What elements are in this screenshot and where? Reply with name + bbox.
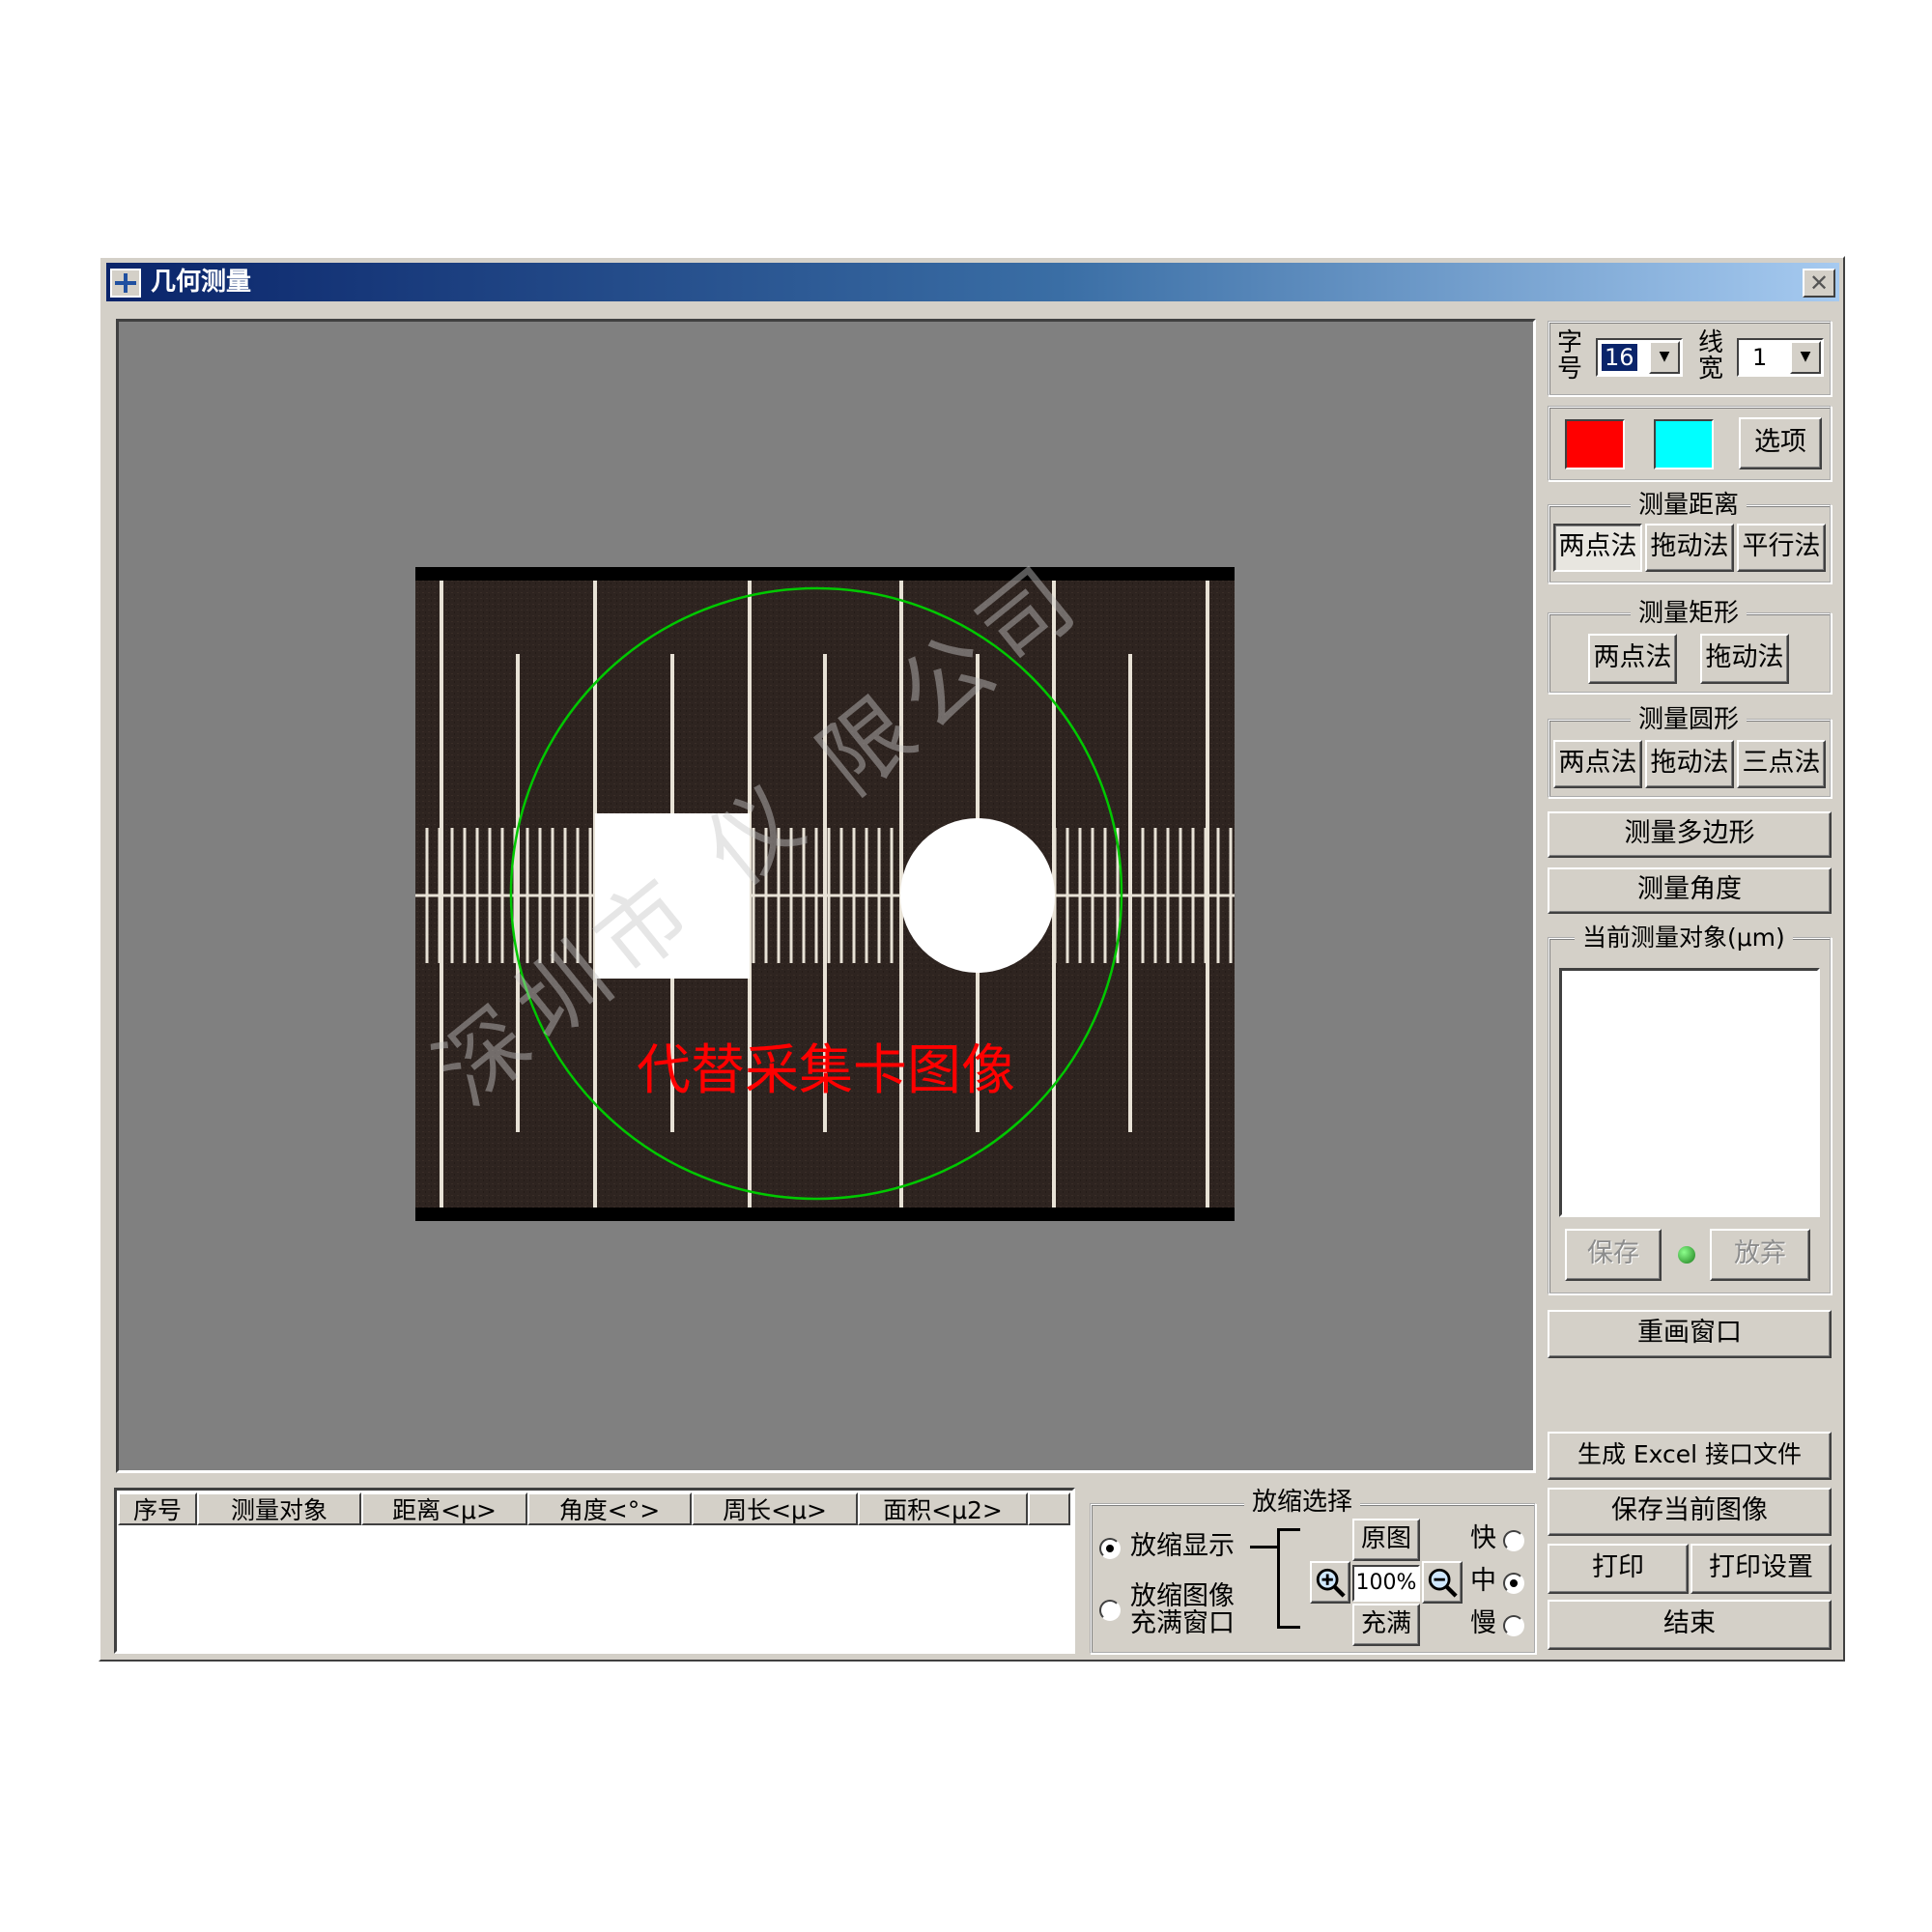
zoom-percent-field[interactable]: 100% [1352,1565,1420,1602]
zoom-display-radio[interactable] [1099,1538,1121,1559]
column-perimeter[interactable]: 周长<μ> [692,1492,858,1525]
circle-drag-button[interactable]: 拖动法 [1645,740,1734,788]
options-button[interactable]: 选项 [1739,417,1822,469]
distance-group-title: 测量距离 [1631,491,1747,520]
print-button[interactable]: 打印 [1548,1544,1689,1594]
redraw-window-button[interactable]: 重画窗口 [1548,1310,1832,1358]
zoom-fill-label-2: 充满窗口 [1130,1608,1235,1638]
white-disc [900,818,1055,973]
print-setup-button[interactable]: 打印设置 [1690,1544,1832,1594]
zoom-out-icon [1428,1568,1458,1598]
bracket [1277,1528,1300,1629]
distance-parallel-button[interactable]: 平行法 [1737,524,1826,572]
zoom-fill-label-1: 放缩图像 [1130,1581,1235,1611]
close-button[interactable]: ✕ [1803,269,1835,298]
measure-angle-button[interactable]: 测量角度 [1548,867,1832,914]
circle-three-point-button[interactable]: 三点法 [1737,740,1826,788]
rect-two-point-button[interactable]: 两点法 [1588,634,1677,684]
rect-drag-button[interactable]: 拖动法 [1700,634,1789,684]
app-icon [110,269,141,298]
line-width-label: 线宽 [1698,328,1724,384]
overlay-text: 代替采集卡图像 [637,1039,1015,1102]
chevron-down-icon[interactable]: ▼ [1649,341,1680,374]
column-area[interactable]: 面积<μ2> [858,1492,1028,1525]
exit-button[interactable]: 结束 [1548,1600,1832,1650]
current-object-display [1559,968,1820,1217]
zoom-fill-radio[interactable] [1099,1600,1121,1621]
secondary-color-swatch[interactable] [1654,419,1714,469]
font-size-combo[interactable]: 16 ▼ [1596,338,1683,377]
primary-color-swatch[interactable] [1565,419,1625,469]
bracket-line [1250,1546,1277,1548]
export-excel-button[interactable]: 生成 Excel 接口文件 [1548,1432,1832,1480]
status-led-icon [1678,1246,1695,1264]
line-width-value: 1 [1752,344,1768,371]
captured-image[interactable]: 代替采集卡图像 [415,567,1235,1221]
speed-fast-label: 快 [1470,1523,1496,1553]
circle-group-title: 测量圆形 [1631,705,1747,734]
image-top-band [415,567,1235,581]
zoom-out-button[interactable] [1422,1561,1463,1604]
current-object-title: 当前测量对象(μm) [1575,923,1793,952]
speed-slow-label: 慢 [1470,1608,1496,1638]
zoom-group-title: 放缩选择 [1244,1488,1361,1517]
rect-group-title: 测量矩形 [1631,599,1747,628]
speed-slow-radio[interactable] [1503,1615,1524,1636]
save-measure-button[interactable]: 保存 [1565,1229,1662,1281]
column-angle[interactable]: 角度<°> [527,1492,692,1525]
speed-mid-radio[interactable] [1503,1573,1524,1594]
image-bottom-band [415,1208,1235,1221]
zoom-in-icon [1316,1568,1346,1598]
column-filler [1028,1492,1070,1525]
title-bar[interactable] [106,263,1839,301]
column-distance[interactable]: 距离<μ> [361,1492,527,1525]
line-width-combo[interactable]: 1 ▼ [1737,338,1824,377]
speed-mid-label: 中 [1470,1566,1496,1596]
measure-polygon-button[interactable]: 测量多边形 [1548,811,1832,858]
fill-window-button[interactable]: 充满 [1352,1604,1420,1646]
close-icon: ✕ [1808,270,1830,297]
save-image-button[interactable]: 保存当前图像 [1548,1488,1832,1536]
zoom-display-label: 放缩显示 [1130,1531,1235,1561]
chevron-down-icon[interactable]: ▼ [1790,341,1821,374]
distance-drag-button[interactable]: 拖动法 [1645,524,1734,572]
column-index[interactable]: 序号 [118,1492,197,1525]
zoom-in-button[interactable] [1310,1561,1350,1604]
window-title: 几何测量 [151,268,252,297]
zoom-percent-value: 100% [1355,1571,1417,1595]
font-size-value: 16 [1602,344,1637,371]
column-object[interactable]: 测量对象 [197,1492,361,1525]
discard-measure-button[interactable]: 放弃 [1710,1229,1810,1281]
original-size-button[interactable]: 原图 [1352,1519,1420,1561]
speed-fast-radio[interactable] [1503,1530,1524,1551]
font-size-label: 字号 [1557,328,1583,384]
circle-two-point-button[interactable]: 两点法 [1553,740,1642,788]
distance-two-point-button[interactable]: 两点法 [1553,524,1642,572]
